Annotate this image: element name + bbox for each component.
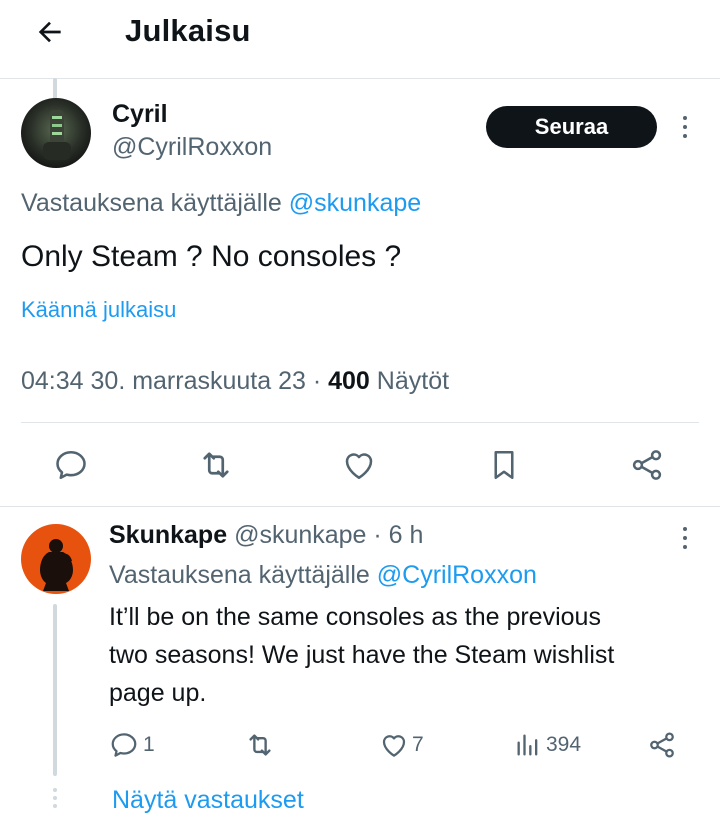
reply-to-mention[interactable]: @skunkape [289,189,421,217]
arrow-left-icon [38,21,61,43]
reply-author-name[interactable]: Skunkape [109,521,227,549]
reply-header: Skunkape @skunkape · 6 h [109,521,423,550]
reply-reply-button[interactable]: 1 [109,730,155,760]
thread-connector-line [53,604,57,776]
post-timestamp-line: 04:34 30. marraskuuta 23 · 400 Näytöt [21,367,449,396]
reply-count: 1 [143,733,155,756]
reply-like-button[interactable]: 7 [379,730,424,760]
reply-share-button[interactable] [647,730,677,760]
show-replies-link[interactable]: Näytä vastaukset [112,786,304,815]
reply-text-line-2: two seasons! We just have the Steam wish… [109,641,615,669]
bookmark-button[interactable] [486,447,522,483]
follow-button[interactable]: Seuraa [486,106,657,148]
repost-icon [249,734,271,756]
view-count: 394 [546,733,582,756]
reply-views-button[interactable]: 394 [514,730,581,760]
like-count: 7 [412,733,424,756]
repost-button[interactable] [197,447,235,483]
like-button[interactable] [341,447,377,483]
speech-bubble-icon [111,733,137,757]
reply-to-mention[interactable]: @CyrilRoxxon [377,561,537,589]
page-title: Julkaisu [125,13,251,48]
skunkape-avatar[interactable] [21,524,91,594]
bookmark-icon [494,450,514,480]
vertical-dots-icon [683,116,687,120]
post-text: Only Steam ? No consoles ? [21,240,402,273]
reply-context-prefix: Vastauksena käyttäjälle [21,189,282,217]
views-count: 400 [328,367,370,395]
reply-text-line-1: It’ll be on the same consoles as the pre… [109,603,601,631]
top-app-bar: Julkaisu [0,0,720,79]
share-icon [632,450,662,480]
share-button[interactable] [629,447,665,483]
speech-bubble-icon [56,450,86,480]
reply-context-prefix: Vastauksena käyttäjälle [109,561,370,589]
cyril-avatar[interactable] [21,98,91,168]
post-time[interactable]: 04:34 30. marraskuuta 23 · [21,367,328,395]
reply-text-line-3: page up. [109,679,207,707]
divider [0,506,720,507]
post-more-button[interactable] [675,112,695,142]
reply-button[interactable] [53,447,89,483]
heart-icon [382,735,406,757]
thread-connector-line [53,78,57,100]
back-button[interactable] [30,14,70,50]
divider [21,422,699,423]
reply-author-meta[interactable]: @skunkape · 6 h [234,521,423,549]
author-handle[interactable]: @CyrilRoxxon [112,133,272,162]
vertical-dots-icon [683,527,687,531]
thread-continuation-dots [53,788,57,812]
translate-post-link[interactable]: Käännä julkaisu [21,297,176,323]
reply-context: Vastauksena käyttäjälle @CyrilRoxxon [109,561,537,590]
reply-more-button[interactable] [675,523,695,553]
author-name[interactable]: Cyril [112,100,168,129]
heart-icon [345,453,373,480]
reply-repost-button[interactable] [243,730,277,760]
bar-chart-icon [517,734,538,756]
share-icon [650,732,674,758]
repost-icon [203,452,229,478]
views-label: Näytöt [376,367,450,395]
reply-context: Vastauksena käyttäjälle @skunkape [21,189,421,218]
